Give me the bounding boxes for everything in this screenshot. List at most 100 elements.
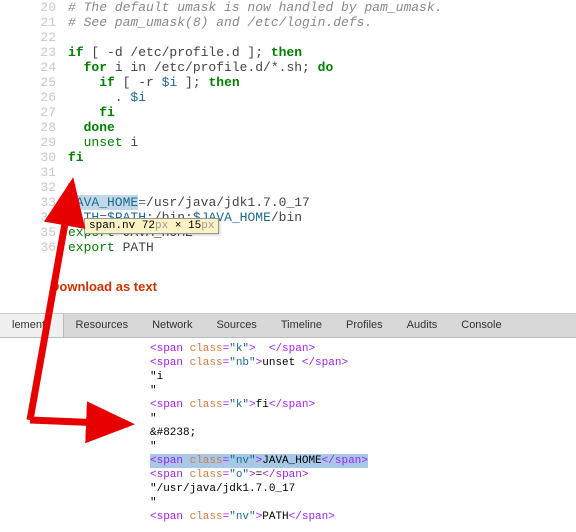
devtools-tab-lements[interactable]: lements xyxy=(0,314,64,337)
dom-token: <span xyxy=(150,399,190,411)
code-line: 23if [ -d /etc/profile.d ]; then xyxy=(0,45,576,60)
line-number: 32 xyxy=(0,180,68,195)
line-content[interactable]: if [ -d /etc/profile.d ]; then xyxy=(68,45,576,60)
line-content[interactable] xyxy=(68,30,576,45)
code-token: if xyxy=(99,75,115,90)
code-line: 24 for i in /etc/profile.d/*.sh; do xyxy=(0,60,576,75)
line-content[interactable]: done xyxy=(68,120,576,135)
code-line: 33JAVA_HOME=/usr/java/jdk1.7.0_17 xyxy=(0,195,576,210)
code-token: i in /etc/profile.d/*.sh; xyxy=(107,60,318,75)
code-token: /bin xyxy=(271,210,302,225)
line-number: 24 xyxy=(0,60,68,75)
dom-token: </span> xyxy=(262,469,308,481)
dom-token: class xyxy=(190,343,223,355)
dom-token: "nb" xyxy=(229,357,255,369)
devtools-tab-profiles[interactable]: Profiles xyxy=(334,314,395,337)
dom-token: </span> xyxy=(322,455,368,467)
line-content[interactable] xyxy=(68,165,576,180)
dom-token: </span> xyxy=(289,511,335,523)
line-number: 20 xyxy=(0,0,68,15)
code-line: 32 xyxy=(0,180,576,195)
devtools-tab-audits[interactable]: Audits xyxy=(395,314,450,337)
code-token: $i xyxy=(130,90,146,105)
tooltip-selector: span.nv xyxy=(89,220,135,232)
dom-line[interactable]: " xyxy=(150,440,576,454)
line-number: 35 xyxy=(0,225,68,240)
line-number: 31 xyxy=(0,165,68,180)
code-line: 29 unset i xyxy=(0,135,576,150)
line-number: 28 xyxy=(0,120,68,135)
code-token: /usr/java/jdk1.7.0_17 xyxy=(146,195,310,210)
tooltip-h: 15 xyxy=(188,220,201,232)
dom-token: "nv" xyxy=(229,455,255,467)
line-number: 29 xyxy=(0,135,68,150)
dom-line[interactable]: "i xyxy=(150,370,576,384)
devtools-tab-console[interactable]: Console xyxy=(449,314,513,337)
code-line: 26 . $i xyxy=(0,90,576,105)
code-token: for xyxy=(84,60,107,75)
line-content[interactable]: # The default umask is now handled by pa… xyxy=(68,0,576,15)
line-content[interactable] xyxy=(68,180,576,195)
dom-token: " xyxy=(150,385,157,397)
dom-token: "/usr/java/jdk1.7.0_17 xyxy=(150,483,295,495)
line-content[interactable]: . $i xyxy=(68,90,576,105)
code-token: then xyxy=(271,45,302,60)
dom-line[interactable]: "/usr/java/jdk1.7.0_17 xyxy=(150,482,576,496)
line-content[interactable]: fi xyxy=(68,150,576,165)
dom-token: </span> xyxy=(302,357,348,369)
dom-line[interactable]: " xyxy=(150,496,576,510)
code-line: 31 xyxy=(0,165,576,180)
dom-line[interactable]: &#8238; xyxy=(150,426,576,440)
dom-line[interactable]: " xyxy=(150,412,576,426)
dom-line[interactable]: <span class="k">fi</span> xyxy=(150,398,576,412)
dom-token: JAVA_HOME xyxy=(262,455,321,467)
dom-token: > xyxy=(249,399,256,411)
code-token: export xyxy=(68,240,115,255)
devtools-tab-resources[interactable]: Resources xyxy=(64,314,141,337)
dom-token: <span xyxy=(150,455,190,467)
code-token xyxy=(68,135,84,150)
tooltip-w: 72 xyxy=(142,220,155,232)
dom-line[interactable]: <span class="nv">JAVA_HOME</span> xyxy=(150,454,576,468)
dom-line[interactable]: <span class="nb">unset </span> xyxy=(150,356,576,370)
code-token: $i xyxy=(162,75,178,90)
dom-line[interactable]: <span class="o">=</span> xyxy=(150,468,576,482)
line-number: 33 xyxy=(0,195,68,210)
code-line: 20# The default umask is now handled by … xyxy=(0,0,576,15)
line-content[interactable]: # See pam_umask(8) and /etc/login.defs. xyxy=(68,15,576,30)
line-content[interactable]: if [ -r $i ]; then xyxy=(68,75,576,90)
code-token: fi xyxy=(99,105,115,120)
inspect-tooltip: span.nv 72px × 15px xyxy=(84,218,219,234)
devtools-tab-sources[interactable]: Sources xyxy=(204,314,268,337)
line-number: 30 xyxy=(0,150,68,165)
code-token: do xyxy=(318,60,334,75)
dom-token: PATH xyxy=(262,511,288,523)
code-token: then xyxy=(208,75,239,90)
devtools-tab-timeline[interactable]: Timeline xyxy=(269,314,334,337)
dom-line[interactable]: <span class="nv">PATH</span> xyxy=(150,510,576,524)
download-link[interactable]: Download as text xyxy=(50,279,157,294)
dom-line[interactable]: <span class="k"> </span> xyxy=(150,342,576,356)
line-content[interactable]: unset i xyxy=(68,135,576,150)
dom-token: <span xyxy=(150,343,190,355)
code-line: 36export PATH xyxy=(0,240,576,255)
dom-line[interactable]: " xyxy=(150,384,576,398)
dom-token: fi xyxy=(256,399,269,411)
dom-token: "k" xyxy=(229,399,249,411)
code-token: if xyxy=(68,45,84,60)
code-line: 22 xyxy=(0,30,576,45)
line-content[interactable]: export PATH xyxy=(68,240,576,255)
dom-token: " xyxy=(150,441,157,453)
line-content[interactable]: for i in /etc/profile.d/*.sh; do xyxy=(68,60,576,75)
dom-token: <span xyxy=(150,511,190,523)
tooltip-sep: × xyxy=(168,220,188,232)
line-content[interactable]: fi xyxy=(68,105,576,120)
line-number: 21 xyxy=(0,15,68,30)
code-token: ]; xyxy=(177,75,208,90)
line-content[interactable]: JAVA_HOME=/usr/java/jdk1.7.0_17 xyxy=(68,195,576,210)
code-token: JAVA_HOME xyxy=(68,195,138,210)
devtools-tab-network[interactable]: Network xyxy=(140,314,204,337)
code-token: [ -r xyxy=(115,75,162,90)
devtools-dom-view[interactable]: <span class="k"> </span><span class="nb"… xyxy=(0,338,576,532)
line-number: 26 xyxy=(0,90,68,105)
